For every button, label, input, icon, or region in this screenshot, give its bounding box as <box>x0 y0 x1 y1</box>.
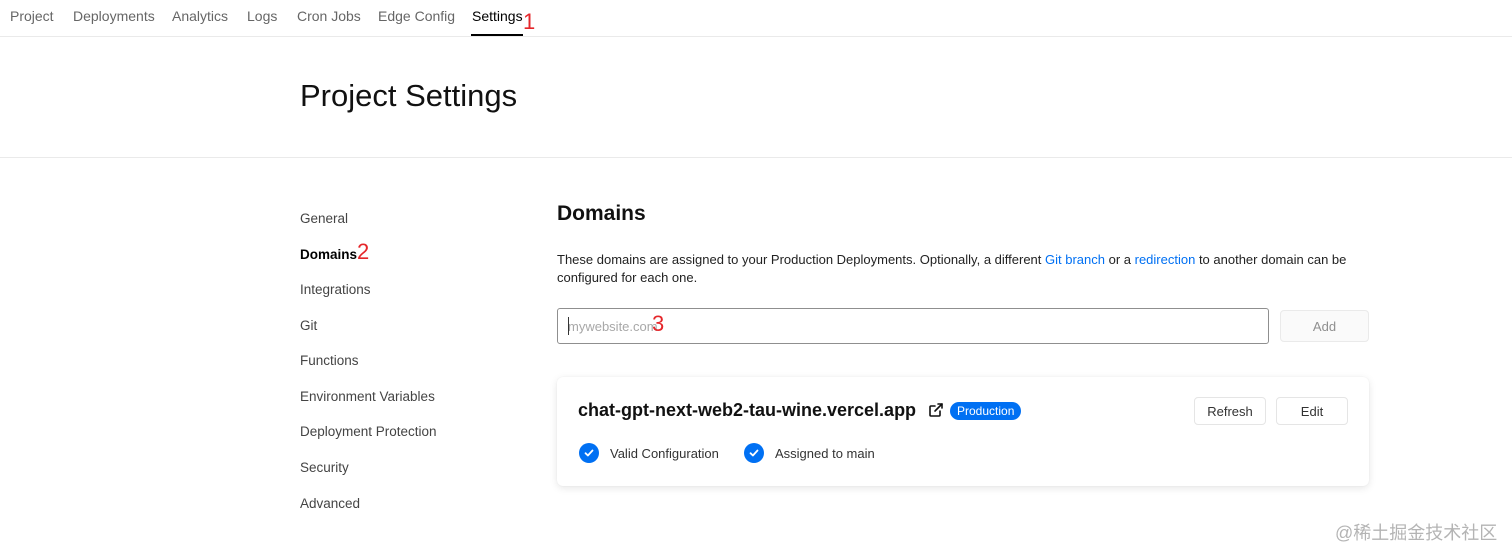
git-branch-link[interactable]: Git branch <box>1045 252 1105 267</box>
page-title: Project Settings <box>300 78 518 113</box>
valid-configuration-label: Valid Configuration <box>610 446 719 461</box>
sidebar-item-integrations[interactable]: Integrations <box>300 282 371 297</box>
annotation-marker-3: 3 <box>652 311 665 336</box>
text-caret <box>568 317 569 335</box>
description-text-2: or a <box>1105 252 1135 267</box>
check-circle-icon <box>579 443 599 463</box>
tab-settings[interactable]: Settings <box>472 8 523 24</box>
production-badge: Production <box>950 402 1022 420</box>
add-domain-button[interactable]: Add <box>1280 310 1369 342</box>
external-link-icon[interactable] <box>928 402 944 418</box>
sidebar-item-git[interactable]: Git <box>300 318 317 333</box>
assigned-branch-label: Assigned to main <box>775 446 875 461</box>
top-navigation: Project Deployments Analytics Logs Cron … <box>0 0 1512 37</box>
tab-project[interactable]: Project <box>10 8 54 24</box>
tab-edge-config[interactable]: Edge Config <box>378 8 455 24</box>
tab-cron-jobs[interactable]: Cron Jobs <box>297 8 361 24</box>
sidebar-item-general[interactable]: General <box>300 211 348 226</box>
refresh-button[interactable]: Refresh <box>1194 397 1266 425</box>
section-description: These domains are assigned to your Produ… <box>557 251 1377 287</box>
domain-name-link[interactable]: chat-gpt-next-web2-tau-wine.vercel.app <box>578 400 916 421</box>
sidebar-item-domains[interactable]: Domains <box>300 247 357 262</box>
annotation-marker-1: 1 <box>523 9 536 34</box>
tab-analytics[interactable]: Analytics <box>172 8 228 24</box>
tab-deployments[interactable]: Deployments <box>73 8 155 24</box>
edit-button[interactable]: Edit <box>1276 397 1348 425</box>
page-header: Project Settings <box>0 37 1512 158</box>
annotation-marker-2: 2 <box>357 239 370 264</box>
sidebar-item-advanced[interactable]: Advanced <box>300 496 360 511</box>
domain-card: chat-gpt-next-web2-tau-wine.vercel.app P… <box>557 377 1369 486</box>
section-title: Domains <box>557 202 646 225</box>
tab-logs[interactable]: Logs <box>247 8 277 24</box>
check-circle-icon <box>744 443 764 463</box>
sidebar-item-functions[interactable]: Functions <box>300 353 359 368</box>
sidebar-item-environment-variables[interactable]: Environment Variables <box>300 389 435 404</box>
sidebar-item-deployment-protection[interactable]: Deployment Protection <box>300 424 437 439</box>
description-text-1: These domains are assigned to your Produ… <box>557 252 1046 267</box>
sidebar-item-security[interactable]: Security <box>300 460 349 475</box>
active-tab-indicator <box>471 34 523 36</box>
watermark: @稀土掘金技术社区 <box>1335 523 1498 543</box>
redirection-link[interactable]: redirection <box>1135 252 1196 267</box>
